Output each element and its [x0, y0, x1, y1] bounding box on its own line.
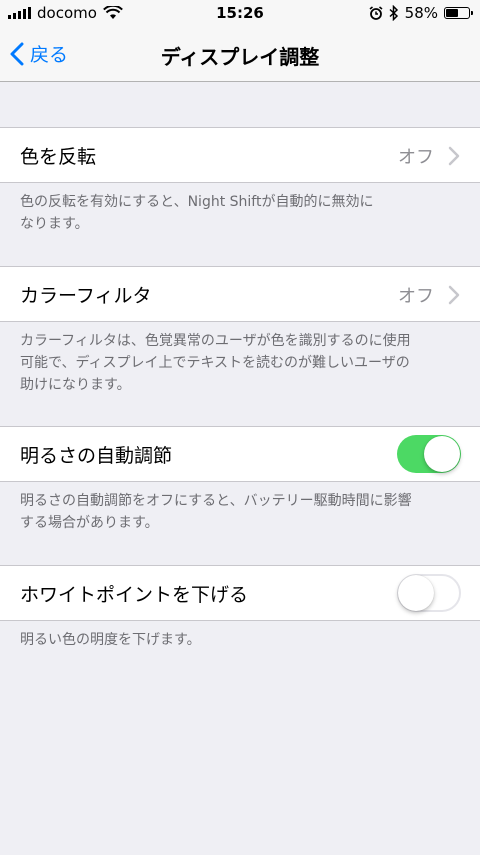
color-filters-row[interactable]: カラーフィルタ オフ — [0, 266, 480, 322]
reduce-white-point-label: ホワイトポイントを下げる — [20, 584, 249, 606]
toggle-knob — [424, 436, 460, 472]
chevron-right-icon — [448, 285, 460, 305]
footer-line: カラーフィルタは、色覚異常のユーザが色を識別するのに使用 — [20, 333, 411, 349]
chevron-right-icon — [448, 146, 460, 166]
reduce-white-point-toggle[interactable] — [397, 574, 461, 612]
invert-colors-label: 色を反転 — [20, 146, 97, 168]
footer-line: 色の反転を有効にすると、Night Shiftが自動的に無効に — [20, 194, 374, 210]
footer-line: 助けになります。 — [20, 377, 131, 393]
footer-line: 明るい色の明度を下げます。 — [20, 632, 201, 648]
color-filters-value: オフ — [398, 286, 434, 307]
alarm-icon — [369, 6, 383, 20]
navigation-bar: 戻る ディスプレイ調整 — [0, 28, 480, 82]
auto-brightness-toggle[interactable] — [397, 435, 461, 473]
color-filters-label: カラーフィルタ — [20, 285, 152, 307]
page-title: ディスプレイ調整 — [160, 45, 320, 69]
battery-fill — [446, 9, 458, 17]
battery-percent: 58% — [404, 4, 438, 22]
status-right: 58% — [369, 4, 473, 22]
auto-brightness-row: 明るさの自動調節 — [0, 426, 480, 482]
reduce-white-point-footer: 明るい色の明度を下げます。 — [20, 629, 460, 651]
footer-line: する場合があります。 — [20, 515, 159, 531]
invert-colors-value: オフ — [398, 147, 434, 168]
auto-brightness-label: 明るさの自動調節 — [20, 445, 173, 467]
auto-brightness-footer: 明るさの自動調節をオフにすると、バッテリー駆動時間に影響 する場合があります。 — [20, 490, 460, 534]
reduce-white-point-row: ホワイトポイントを下げる — [0, 565, 480, 621]
footer-line: なります。 — [20, 216, 89, 232]
footer-line: 可能で、ディスプレイ上でテキストを読むのが難しいユーザの — [20, 355, 410, 371]
invert-colors-row[interactable]: 色を反転 オフ — [0, 127, 480, 183]
footer-line: 明るさの自動調節をオフにすると、バッテリー駆動時間に影響 — [20, 493, 412, 509]
color-filters-footer: カラーフィルタは、色覚異常のユーザが色を識別するのに使用 可能で、ディスプレイ上… — [20, 330, 460, 396]
bluetooth-icon — [389, 5, 398, 21]
invert-colors-footer: 色の反転を有効にすると、Night Shiftが自動的に無効に なります。 — [20, 191, 460, 235]
toggle-knob — [398, 575, 434, 611]
battery-icon — [444, 7, 473, 19]
status-bar: docomo 15:26 58% — [0, 0, 480, 28]
